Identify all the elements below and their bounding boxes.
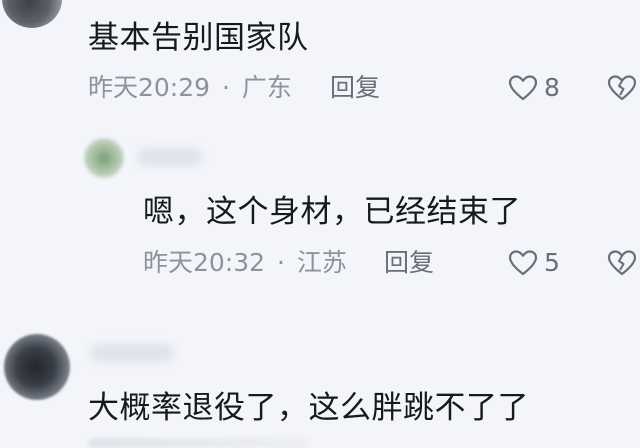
like-button[interactable]: 5 bbox=[508, 247, 560, 279]
comment-meta: 昨天20:29 · 广东 bbox=[88, 72, 292, 104]
heart-outline-icon bbox=[508, 249, 538, 277]
broken-heart-icon bbox=[606, 249, 638, 277]
like-count: 8 bbox=[544, 73, 560, 102]
comment-text: 嗯，这个身材，已经结束了 bbox=[143, 194, 521, 230]
dislike-button[interactable] bbox=[606, 249, 638, 277]
broken-heart-icon bbox=[606, 74, 638, 102]
comment-time: 昨天20:29 bbox=[88, 73, 211, 102]
comment-meta: 昨天20:32 · 江苏 bbox=[143, 247, 347, 279]
like-button[interactable]: 8 bbox=[508, 72, 560, 104]
avatar[interactable] bbox=[4, 334, 70, 400]
username-blurred bbox=[138, 148, 202, 166]
username-blurred bbox=[90, 344, 174, 362]
avatar[interactable] bbox=[2, 0, 62, 28]
heart-outline-icon bbox=[508, 74, 538, 102]
meta-separator: · bbox=[222, 73, 230, 102]
comment-meta-cutoff bbox=[88, 438, 308, 448]
meta-separator: · bbox=[277, 248, 285, 277]
dislike-button[interactable] bbox=[606, 74, 638, 102]
like-count: 5 bbox=[544, 248, 560, 277]
avatar[interactable] bbox=[84, 138, 124, 178]
reply-button[interactable]: 回复 bbox=[384, 247, 434, 279]
comment-location: 江苏 bbox=[296, 248, 347, 277]
reply-button[interactable]: 回复 bbox=[330, 72, 380, 104]
comment-time: 昨天20:32 bbox=[143, 248, 266, 277]
comment-text: 大概率退役了，这么胖跳不了了 bbox=[88, 390, 529, 426]
comment-location: 广东 bbox=[241, 73, 292, 102]
comment-text: 基本告别国家队 bbox=[88, 20, 309, 56]
